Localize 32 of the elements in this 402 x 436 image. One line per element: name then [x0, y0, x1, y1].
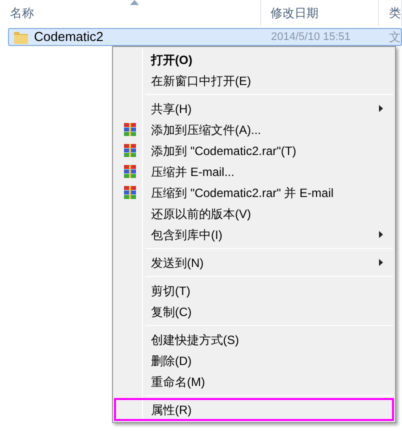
menu-item[interactable]: 删除(D) — [115, 350, 393, 371]
archive-icon — [124, 186, 136, 199]
menu-item[interactable]: 还原以前的版本(V) — [115, 203, 393, 224]
menu-item[interactable]: 压缩到 "Codematic2.rar" 并 E-mail — [115, 182, 393, 203]
menu-item[interactable]: 在新窗口中打开(E) — [115, 70, 393, 91]
file-name: Codematic2 — [34, 28, 104, 46]
menu-item[interactable]: 添加到 "Codematic2.rar"(T) — [115, 140, 393, 161]
submenu-arrow-icon — [379, 231, 383, 238]
menu-item[interactable]: 压缩并 E-mail... — [115, 161, 393, 182]
menu-item[interactable]: 添加到压缩文件(A)... — [115, 119, 393, 140]
folder-icon — [13, 30, 29, 44]
archive-icon — [124, 123, 136, 136]
menu-item[interactable]: 复制(C) — [115, 301, 393, 322]
menu-item[interactable]: 打开(O) — [115, 49, 393, 70]
menu-item[interactable]: 共享(H) — [115, 98, 393, 119]
menu-item[interactable]: 属性(R) — [115, 399, 393, 420]
archive-icon — [124, 144, 136, 157]
modified-date: 2014/5/10 15:51 — [270, 30, 352, 45]
file-type: 文 — [388, 29, 401, 46]
menu-item[interactable]: 创建快捷方式(S) — [115, 329, 393, 350]
column-header[interactable]: 名称 — [0, 0, 260, 26]
column-header[interactable]: 修改日期 — [260, 0, 379, 26]
menu-item[interactable]: 重命名(M) — [115, 371, 393, 392]
column-header[interactable]: 类 — [379, 0, 402, 26]
archive-icon — [124, 165, 136, 178]
menu-item[interactable]: 发送到(N) — [115, 252, 393, 273]
submenu-arrow-icon — [379, 105, 383, 112]
sort-arrow-icon — [130, 0, 139, 5]
menu-item[interactable]: 剪切(T) — [115, 280, 393, 301]
submenu-arrow-icon — [379, 259, 383, 266]
file-row[interactable]: Codematic2 2014/5/10 15:51 文 — [8, 28, 402, 46]
menu-item[interactable]: 包含到库中(I) — [115, 224, 393, 245]
